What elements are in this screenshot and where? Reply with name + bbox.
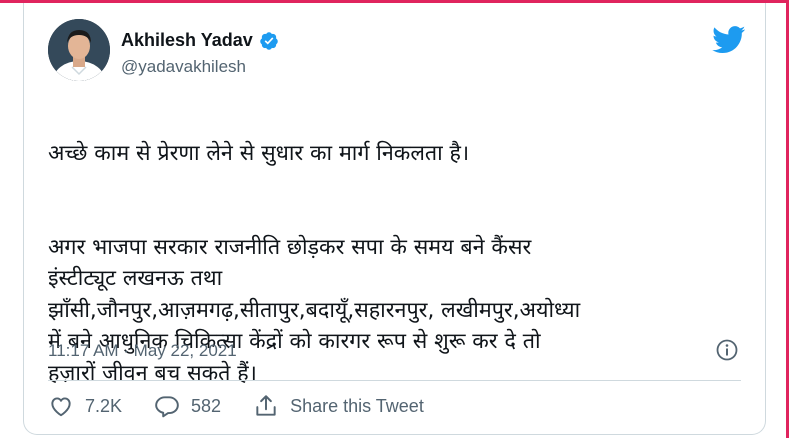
reply-bubble-icon [155, 396, 179, 418]
avatar[interactable] [48, 19, 110, 81]
verified-badge-icon [259, 31, 279, 51]
tweet-text: अच्छे काम से प्रेरणा लेने से सुधार का मा… [48, 106, 748, 421]
tweet-paragraph-2: अगर भाजपा सरकार राजनीति छोड़कर सपा के सम… [48, 234, 581, 386]
author-name[interactable]: Akhilesh Yadav [121, 30, 253, 51]
tweet-timestamp[interactable]: 11:17 AM · May 22, 2021 [48, 341, 237, 361]
share-label: Share this Tweet [290, 395, 424, 416]
twitter-bird-icon[interactable] [712, 26, 746, 54]
divider [48, 380, 741, 381]
info-icon[interactable] [715, 338, 739, 362]
tweet-actions-bar: 7.2K 582 Share this Tweet [48, 393, 456, 419]
tweet-card: Akhilesh Yadav @yadavakhilesh अच्छे काम … [23, 3, 766, 435]
author-handle[interactable]: @yadavakhilesh [121, 57, 246, 77]
reply-button[interactable]: 582 [154, 393, 221, 419]
reply-count: 582 [191, 395, 222, 416]
share-button[interactable]: Share this Tweet [253, 393, 424, 419]
avatar-portrait-icon [48, 19, 110, 81]
share-icon [256, 395, 276, 416]
author-name-row: Akhilesh Yadav [121, 30, 279, 51]
tweet-paragraph-1: अच्छे काम से प्रेरणा लेने से सुधार का मा… [48, 140, 470, 166]
like-count: 7.2K [85, 395, 123, 416]
heart-icon [51, 397, 71, 417]
like-button[interactable]: 7.2K [48, 393, 122, 419]
